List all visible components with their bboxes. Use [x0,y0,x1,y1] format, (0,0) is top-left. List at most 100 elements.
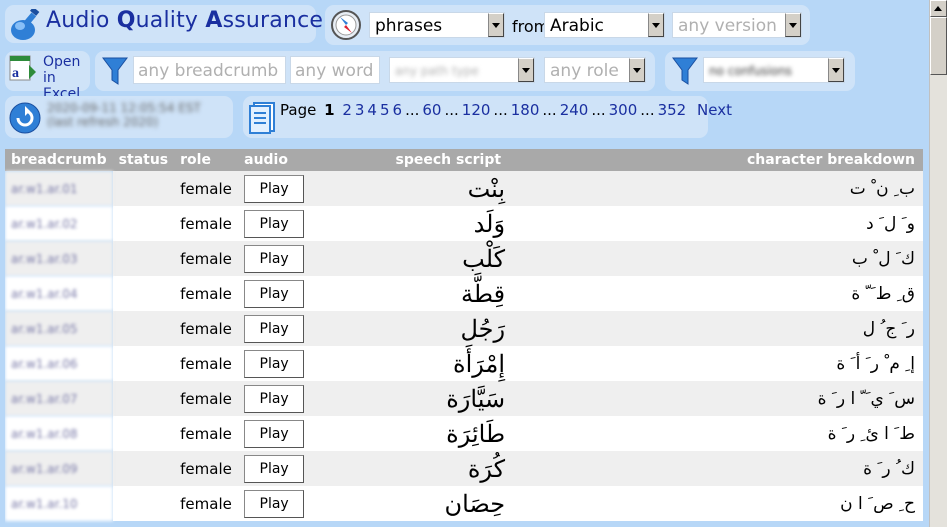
play-button[interactable]: Play [244,454,305,483]
column-header-breadcrumb[interactable]: breadcrumb [5,149,113,171]
table-row: ar.w1.ar.02 female Play وَلَد و َ ل َ د [5,206,923,241]
page-link[interactable]: 180 [511,101,540,119]
table-row: ar.w1.ar.06 female Play إِمْرَأَة إ ِ م ْ ر … [5,346,923,381]
column-header-role[interactable]: role [174,149,239,171]
svg-text:a: a [12,66,19,81]
role-cell: female [174,416,239,451]
chevron-down-icon[interactable] [488,13,504,37]
confusion-select-value: no confusions [709,64,792,78]
page-ellipsis: ... [405,101,420,119]
column-header-status[interactable]: status [112,149,175,171]
audio-cell: Play [238,451,311,486]
page-ellipsis: ... [640,101,655,119]
page-link[interactable]: 240 [560,101,589,119]
breadcrumb-cell[interactable]: ar.w1.ar.01 [5,171,113,206]
type-select-value: phrases [375,16,443,36]
audio-cell: Play [238,276,311,311]
play-button[interactable]: Play [244,419,305,448]
scroll-up-arrow-icon[interactable] [930,0,947,17]
next-page-link[interactable]: Next [697,101,732,119]
page-link[interactable]: 3 [355,101,365,119]
character-breakdown-cell: ك ُ ر َ ة [509,451,923,486]
breadcrumb-cell[interactable]: ar.w1.ar.05 [5,311,113,346]
role-cell: female [174,486,239,521]
character-breakdown-cell: ق ِ ط َ ّ ة [509,276,923,311]
page-link[interactable]: 5 [380,101,390,119]
document-list-icon [249,102,275,134]
refresh-icon[interactable] [8,101,42,135]
page-link[interactable]: 352 [658,101,687,119]
breadcrumb-cell[interactable]: ar.w1.ar.02 [5,206,113,241]
language-select[interactable]: Arabic [544,12,665,38]
breadcrumb-filter-input[interactable]: any breadcrumb [133,56,286,84]
page-link[interactable]: 60 [422,101,441,119]
audio-cell: Play [238,381,311,416]
table-row: ar.w1.ar.08 female Play طَائِرَة ط َ ا ئ ِ ر… [5,416,923,451]
current-page: 1 [324,101,335,119]
breadcrumb-cell[interactable]: ar.w1.ar.07 [5,381,113,416]
page-link[interactable]: 2 [342,101,352,119]
audio-cell: Play [238,206,311,241]
page-ellipsis: ... [591,101,606,119]
status-cell [112,171,175,206]
speech-script-cell: حِصَان [310,486,510,521]
role-cell: female [174,171,239,206]
breadcrumb-cell[interactable]: ar.w1.ar.03 [5,241,113,276]
play-button[interactable]: Play [244,174,305,203]
version-select[interactable]: any version [672,12,802,38]
phrases-table: breadcrumb status role audio speech scri… [5,149,923,527]
scrollbar-thumb[interactable] [930,17,947,75]
compass-icon[interactable] [330,9,362,41]
breadcrumb-cell[interactable]: ar.w1.ar.06 [5,346,113,381]
breadcrumb-cell[interactable]: ar.w1.ar.10 [5,486,113,521]
open-in-excel[interactable]: a Open in Excel [5,51,90,102]
page-ellipsis: ... [493,101,508,119]
chevron-down-icon[interactable] [648,13,664,37]
column-header-speech-script[interactable]: speech script [310,149,510,171]
column-header-audio[interactable]: audio [238,149,311,171]
speech-script-cell: سَيَّارَة [310,381,510,416]
status-cell [112,416,175,451]
word-filter-input[interactable]: any word [290,56,380,84]
page-link[interactable]: 6 [393,101,403,119]
excel-icon: a [9,55,36,81]
play-button[interactable]: Play [244,209,305,238]
funnel-icon[interactable] [672,55,698,87]
chevron-down-icon[interactable] [785,13,801,37]
play-button[interactable]: Play [244,244,305,273]
breadcrumb-cell[interactable]: ar.w1.ar.08 [5,416,113,451]
breadcrumb-cell[interactable]: ar.w1.ar.09 [5,451,113,486]
role-cell: female [174,451,239,486]
play-button[interactable]: Play [244,279,305,308]
type-select[interactable]: phrases [369,12,505,38]
column-header-character-breakdown[interactable]: character breakdown [509,149,923,171]
page-link[interactable]: 120 [462,101,491,119]
flask-icon [11,9,40,40]
chevron-down-icon[interactable] [518,58,534,82]
breadcrumb-cell[interactable]: ar.w1.ar.04 [5,276,113,311]
page-link[interactable]: 300 [609,101,638,119]
play-button[interactable]: Play [244,349,305,378]
vertical-scrollbar[interactable] [929,0,947,527]
chevron-down-icon[interactable] [828,58,844,82]
confusion-select[interactable]: no confusions [703,57,845,83]
speech-script-cell: كَلْب [310,241,510,276]
path-type-select[interactable]: any path type [389,57,535,83]
pagination: Page 1 2 3 4 5 6... 60... 120... 180... 240... 30… [280,101,732,119]
play-button[interactable]: Play [244,384,305,413]
funnel-icon[interactable] [102,55,128,87]
role-cell: female [174,346,239,381]
status-cell [112,241,175,276]
status-cell [112,311,175,346]
play-button[interactable]: Play [244,314,305,343]
page-label: Page [280,101,317,119]
role-cell: female [174,206,239,241]
character-breakdown-cell: و َ ل َ د [509,206,923,241]
selection-panel: phrases from Arabic any version [325,5,810,45]
play-button[interactable]: Play [244,489,305,518]
language-select-value: Arabic [550,16,604,36]
page-link[interactable]: 4 [367,101,377,119]
role-cell: female [174,241,239,276]
role-select[interactable]: any role [544,57,646,83]
chevron-down-icon[interactable] [629,58,645,82]
